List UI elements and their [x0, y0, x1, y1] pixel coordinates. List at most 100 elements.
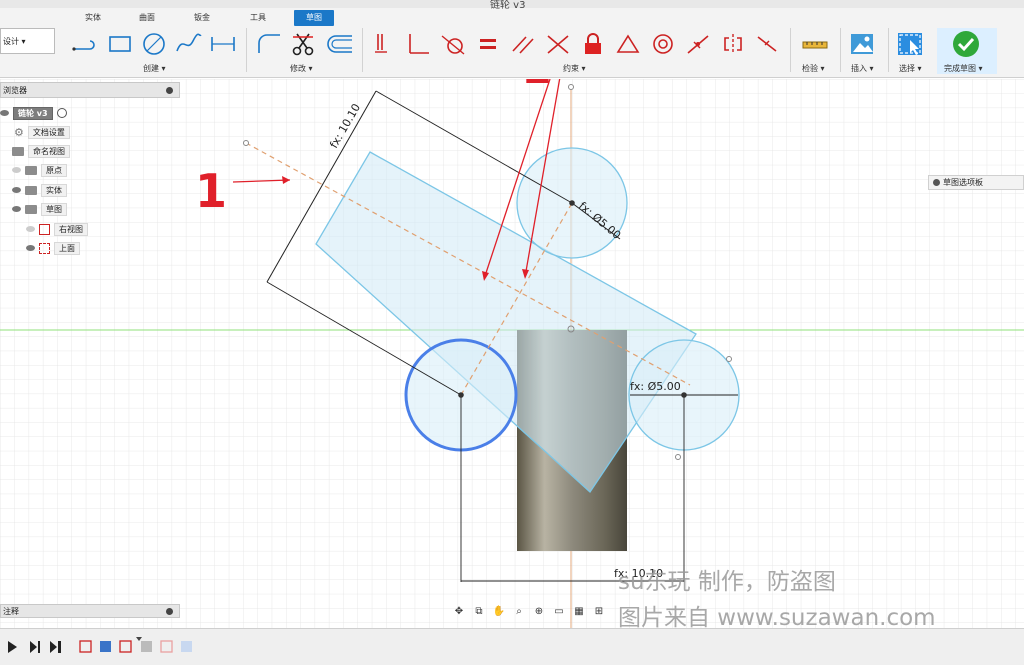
- look-at-icon[interactable]: ⧉: [471, 606, 487, 620]
- dimension-line-tool-icon[interactable]: [208, 30, 238, 58]
- timeline-feature-icon[interactable]: [181, 641, 192, 652]
- browser-panel-header[interactable]: 浏览器: [0, 82, 180, 98]
- right-diameter-text[interactable]: fx: Ø5.00: [630, 380, 681, 393]
- workspace-dropdown[interactable]: 设计 ▾: [0, 28, 55, 54]
- select-cursor-icon[interactable]: [895, 30, 925, 58]
- timeline-controls: [8, 641, 61, 653]
- triangle-constraint-icon[interactable]: [613, 30, 643, 58]
- timeline-sketch-icon[interactable]: [79, 640, 92, 653]
- sketch-icon: [39, 242, 50, 254]
- timeline-extrude-icon[interactable]: [100, 641, 111, 652]
- fillet-tool-icon[interactable]: [254, 30, 284, 58]
- timeline-sketch-icon[interactable]: [160, 640, 173, 653]
- fit-icon[interactable]: ⊕: [531, 606, 547, 620]
- center-point[interactable]: [458, 392, 464, 398]
- tab-sheetmetal[interactable]: 钣金: [189, 10, 215, 26]
- hidden-eye-icon[interactable]: [12, 167, 21, 173]
- inspect-group-label[interactable]: 检验 ▾: [802, 63, 825, 74]
- comments-label: 注释: [3, 607, 19, 616]
- browser-item-sketches[interactable]: 草图: [12, 202, 67, 216]
- collapse-icon[interactable]: [166, 87, 173, 94]
- equal-constraint-icon[interactable]: [473, 30, 503, 58]
- skip-end-icon[interactable]: [50, 641, 61, 653]
- trim-scissors-icon[interactable]: [288, 30, 318, 58]
- timeline-marker-icon[interactable]: [136, 637, 142, 641]
- grid-settings-icon[interactable]: ▦: [571, 606, 587, 620]
- checkmark-icon: [953, 31, 979, 57]
- sketch-label: 上面: [54, 241, 80, 255]
- endpoint[interactable]: [243, 140, 249, 146]
- insert-image-icon[interactable]: [847, 30, 877, 58]
- line-tool-icon[interactable]: [70, 30, 100, 58]
- browser-item-label: 命名视图: [28, 144, 70, 158]
- display-settings-icon[interactable]: ▭: [551, 606, 567, 620]
- visibility-eye-icon[interactable]: [12, 206, 21, 212]
- lock-constraint-icon[interactable]: [578, 30, 608, 58]
- viewports-icon[interactable]: ⊞: [591, 606, 607, 620]
- browser-item-named-views[interactable]: 命名视图: [12, 144, 70, 158]
- hidden-eye-icon[interactable]: [26, 226, 35, 232]
- symmetry-constraint-icon[interactable]: [718, 30, 748, 58]
- separator: [888, 28, 889, 72]
- orbit-icon[interactable]: ✥: [451, 606, 467, 620]
- endpoint[interactable]: [568, 84, 574, 90]
- browser-item-label: 实体: [41, 183, 67, 197]
- concentric-constraint-icon[interactable]: [648, 30, 678, 58]
- center-point[interactable]: [681, 392, 687, 398]
- midpoint-constraint-icon[interactable]: [683, 30, 713, 58]
- offset-tool-icon[interactable]: [324, 30, 354, 58]
- circle-tool-icon[interactable]: [139, 30, 169, 58]
- browser-item-origin[interactable]: 原点: [12, 163, 67, 177]
- browser-item-doc-settings[interactable]: ⚙ 文档设置: [14, 125, 70, 139]
- activate-radio-icon[interactable]: [56, 108, 67, 118]
- select-group-label[interactable]: 选择 ▾: [899, 63, 922, 74]
- sketch-label: 右视图: [54, 222, 88, 236]
- timeline-sketch-icon[interactable]: [119, 640, 132, 653]
- sketch-item-right[interactable]: 右视图: [26, 222, 88, 236]
- browser-item-bodies[interactable]: 实体: [12, 183, 67, 197]
- constrain-group-label[interactable]: 约束 ▾: [563, 63, 586, 74]
- comments-panel-header[interactable]: 注释: [0, 604, 180, 618]
- tab-tools[interactable]: 工具: [245, 10, 271, 26]
- visibility-eye-icon[interactable]: [0, 110, 9, 116]
- perpendicular-constraint-icon[interactable]: [403, 30, 433, 58]
- endpoint[interactable]: [726, 356, 732, 362]
- browser-item-label: 草图: [41, 202, 67, 216]
- center-point[interactable]: [569, 200, 575, 206]
- browser-root[interactable]: 链轮 v3: [0, 106, 67, 120]
- add-comment-icon[interactable]: [166, 608, 173, 615]
- step-forward-icon[interactable]: [30, 641, 40, 653]
- sketch-palette-header[interactable]: 草图选项板: [928, 175, 1024, 190]
- rectangle-tool-icon[interactable]: [105, 30, 135, 58]
- watermark-line2: 图片来自 www.suzawan.com: [618, 605, 936, 628]
- endpoint[interactable]: [675, 454, 681, 460]
- create-group-label[interactable]: 创建 ▾: [143, 63, 166, 74]
- insert-group-label[interactable]: 插入 ▾: [851, 63, 874, 74]
- curvature-constraint-icon[interactable]: [752, 30, 782, 58]
- fix-constraint-icon[interactable]: [367, 30, 397, 58]
- folder-icon: [25, 185, 37, 195]
- sketch-canvas[interactable]: fx: 10.10 fx: Ø5.00 fx: Ø5.00 fx: 10.10 …: [0, 79, 1024, 628]
- tangent-constraint-icon[interactable]: [438, 30, 468, 58]
- watermark-line1: su东玩 制作，防盗图: [618, 569, 836, 595]
- finish-group-label[interactable]: 完成草图 ▾: [944, 63, 983, 74]
- measure-ruler-icon[interactable]: [800, 30, 830, 58]
- tab-solid[interactable]: 实体: [80, 10, 106, 26]
- visibility-eye-icon[interactable]: [26, 245, 35, 251]
- timeline-feature-icon[interactable]: [141, 641, 152, 652]
- tab-surface[interactable]: 曲面: [134, 10, 160, 26]
- pan-hand-icon[interactable]: ✋: [491, 606, 507, 620]
- separator: [246, 28, 247, 72]
- tab-sketch[interactable]: 草图: [294, 10, 334, 26]
- play-icon[interactable]: [8, 641, 17, 653]
- zoom-icon[interactable]: ⌕: [511, 606, 527, 620]
- visibility-eye-icon[interactable]: [12, 187, 21, 193]
- collinear-constraint-icon[interactable]: [543, 30, 573, 58]
- sketch-item-top[interactable]: 上面: [26, 241, 80, 255]
- parallel-constraint-icon[interactable]: [508, 30, 538, 58]
- modify-group-label[interactable]: 修改 ▾: [290, 63, 313, 74]
- browser-item-label: 文档设置: [27, 125, 70, 139]
- spline-tool-icon[interactable]: [174, 30, 204, 58]
- gear-icon: ⚙: [14, 125, 24, 139]
- root-label: 链轮 v3: [13, 106, 53, 120]
